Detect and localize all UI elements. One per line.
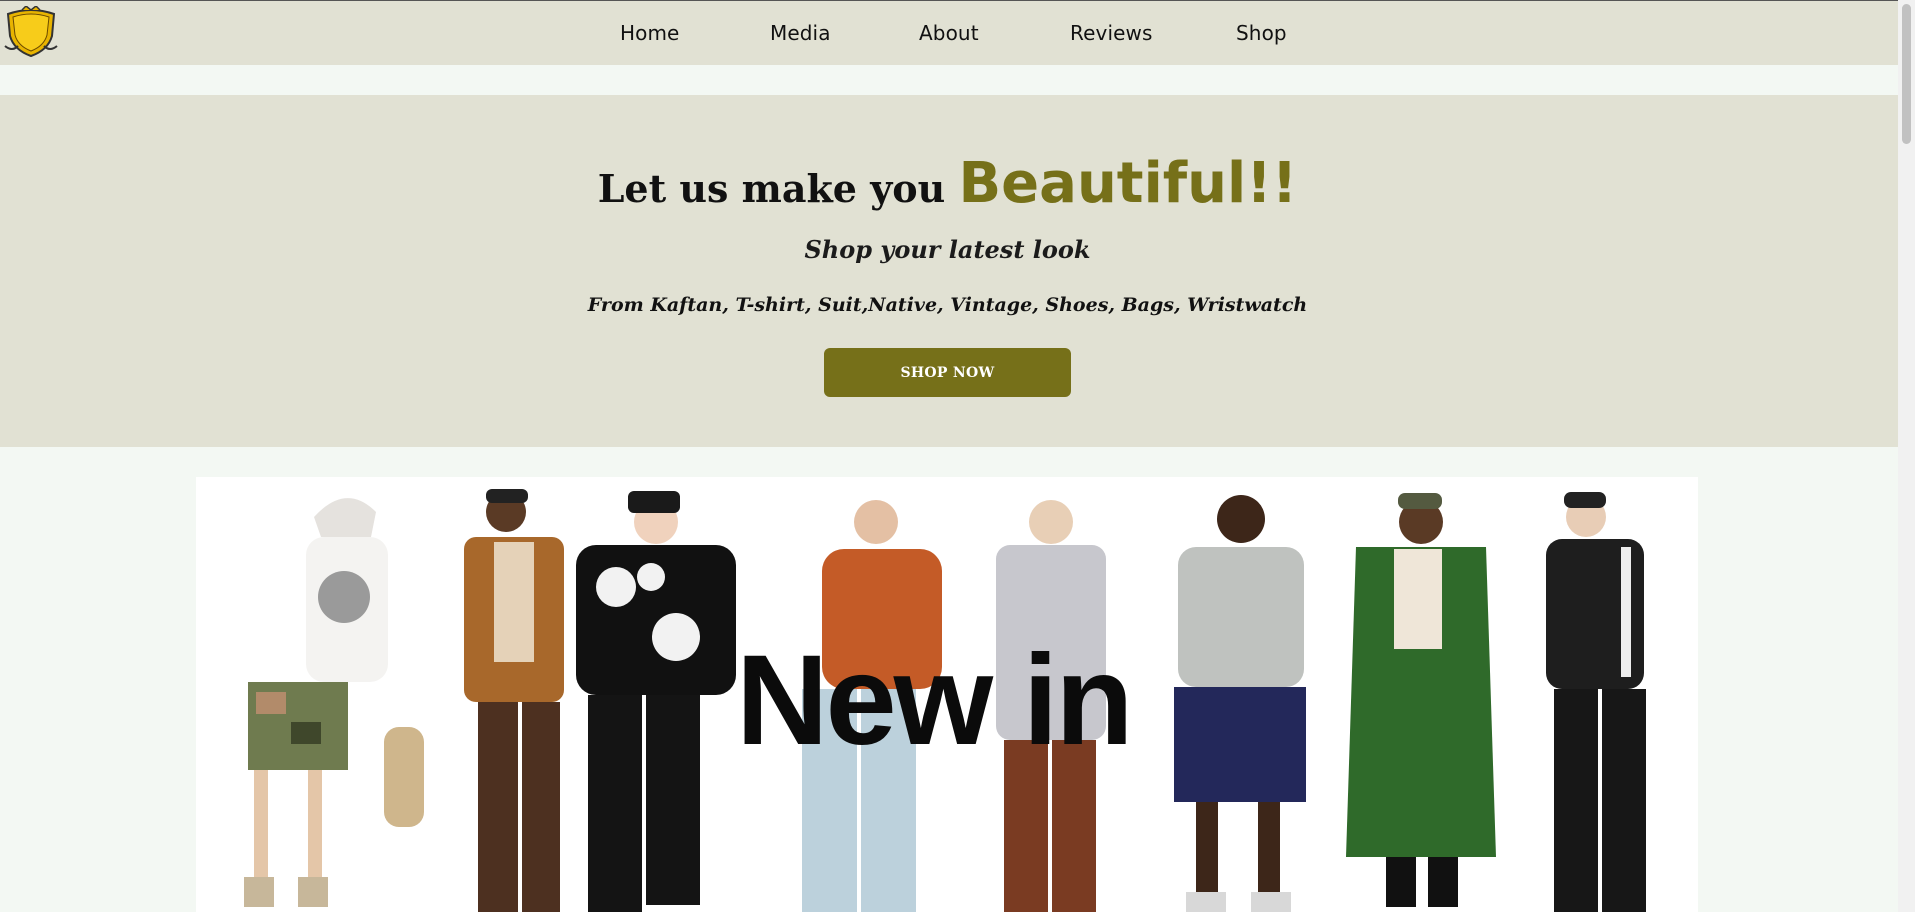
nav-about[interactable]: About [919,21,979,45]
new-in-banner[interactable]: New in [196,477,1698,912]
scrollbar-thumb[interactable] [1902,4,1911,144]
shop-now-button[interactable]: SHOP NOW [824,348,1071,397]
model-figure [1346,493,1496,907]
model-figure [576,491,736,912]
model-figure [244,498,388,907]
headline-lead: Let us make you [597,166,959,211]
hero-headline: Let us make you Beautiful!! [0,151,1895,216]
nav-reviews[interactable]: Reviews [1070,21,1152,45]
new-in-caption: New in [736,629,1133,772]
model-figure [1546,492,1646,912]
nav-media[interactable]: Media [770,21,831,45]
page-scrollbar[interactable] [1898,0,1915,912]
main-nav: Home Media About Reviews Shop [0,1,1898,65]
headline-accent: Beautiful!! [958,151,1298,216]
hero-categories: From Kaftan, T-shirt, Suit,Native, Vinta… [587,294,1308,316]
top-navbar: Home Media About Reviews Shop [0,0,1898,65]
model-figure [1174,495,1306,912]
nav-shop[interactable]: Shop [1236,21,1287,45]
hero-section: Let us make you Beautiful!! Shop your la… [0,95,1898,447]
nav-home[interactable]: Home [620,21,679,45]
model-figure [384,489,564,912]
hero-subtitle: Shop your latest look [804,235,1091,264]
